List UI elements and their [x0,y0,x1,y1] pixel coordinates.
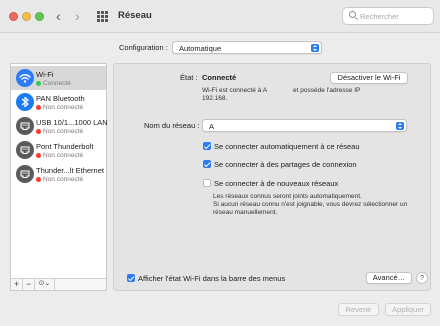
hotspot-label: Se connecter à des partages de connexion [214,160,357,169]
service-name: Pont Thunderbolt [36,142,94,151]
add-service-button[interactable]: + [11,279,23,290]
detail-pane: État : Connecté Désactiver le Wi-Fi Wi-F… [113,63,431,291]
service-list: Wi-Fi Connecté PAN Bluetooth Non connect… [10,63,108,291]
show-all-grid-icon[interactable] [97,11,108,22]
popup-stepper-icon [311,44,319,52]
back-chevron-icon[interactable]: ‹ [56,9,61,23]
search-icon [349,11,356,18]
bluetooth-icon [16,93,34,111]
status-dot-icon [36,80,41,86]
title-bar: ‹ › Réseau [0,0,440,33]
wifi-icon [16,69,34,87]
service-item-thunderbolt-bridge[interactable]: Pont Thunderbolt Non connecté [11,138,106,162]
remove-service-button[interactable]: − [23,279,35,290]
service-item-pan-bluetooth[interactable]: PAN Bluetooth Non connecté [11,90,106,114]
help-button[interactable]: ? [416,272,428,284]
search-input[interactable] [360,10,430,22]
status-value: Connecté [202,73,237,82]
hotspot-checkbox[interactable] [203,160,211,168]
service-list-footer: + − ⊙⌄ [11,278,106,290]
status-label: État : [180,73,198,82]
close-window-button[interactable] [9,12,18,21]
zoom-window-button[interactable] [35,12,44,21]
service-name: Thunder...lt Ethernet [36,166,104,175]
network-name-value: A [209,122,215,131]
service-status: Non connecté [36,152,83,159]
minimize-window-button[interactable] [22,12,31,21]
service-status: Non connecté [36,128,83,135]
network-name-popup[interactable]: A [202,119,407,132]
status-dot-icon [36,104,41,110]
show-in-menu-bar-checkbox[interactable] [127,274,135,282]
ethernet-icon [16,117,34,135]
thunderbolt-ethernet-icon [16,165,34,183]
search-box[interactable] [342,7,434,25]
new-networks-note: Les réseaux connus seront joints automat… [213,193,408,216]
disable-wifi-button[interactable]: Désactiver le Wi-Fi [330,72,408,84]
status-dot-icon [36,176,41,182]
service-name: PAN Bluetooth [36,94,85,103]
apply-button[interactable]: Appliquer [385,303,431,316]
revert-button[interactable]: Revenir [338,303,379,316]
actions-menu-button[interactable]: ⊙⌄ [35,279,55,290]
configuration-label: Configuration : [119,43,168,52]
status-dot-icon [36,128,41,134]
service-name: Wi-Fi [36,70,54,79]
network-preferences-window: ‹ › Réseau Configuration : Automatique W… [0,0,440,326]
configuration-value: Automatique [179,44,222,53]
status-dot-icon [36,152,41,158]
popup-stepper-icon [396,122,404,130]
forward-chevron-icon[interactable]: › [75,9,80,23]
service-status: Non connecté [36,176,83,183]
window-title: Réseau [118,10,152,21]
service-item-wifi[interactable]: Wi-Fi Connecté [11,66,106,90]
ip-address: 192.168. [202,95,228,102]
network-name-label: Nom du réseau : [144,121,200,130]
service-status: Non connecté [36,104,83,111]
service-item-thunderbolt-ethernet[interactable]: Thunder...lt Ethernet Non connecté [11,162,106,186]
auto-join-checkbox[interactable] [203,142,211,150]
service-name: USB 10/1...1000 LAN [36,118,108,127]
auto-join-label: Se connecter automatiquement à ce réseau [214,142,360,151]
ask-new-networks-checkbox[interactable] [203,179,211,187]
status-description: Wi-Fi est connecté à Aet possède l'adres… [202,87,361,102]
configuration-popup[interactable]: Automatique [172,41,322,54]
thunderbolt-bridge-icon [16,141,34,159]
service-item-usb-lan[interactable]: USB 10/1...1000 LAN Non connecté [11,114,108,138]
advanced-button[interactable]: Avancé… [366,272,412,284]
service-status: Connecté [36,80,71,87]
ask-new-networks-label: Se connecter à de nouveaux réseaux [214,179,339,188]
show-in-menu-bar-label: Afficher l'état Wi-Fi dans la barre des … [138,274,286,283]
